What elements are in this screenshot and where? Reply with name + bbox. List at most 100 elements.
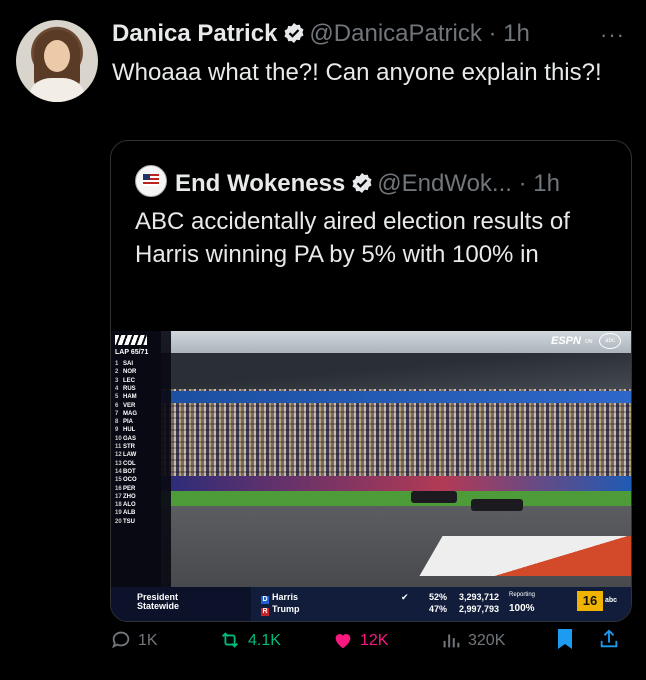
leaderboard-row: 12LAW	[115, 452, 136, 460]
leaderboard-position: 11	[115, 444, 122, 450]
leaderboard-position: 1	[115, 361, 119, 367]
leaderboard-driver: MAG	[123, 410, 137, 417]
more-options-icon[interactable]: ···	[600, 22, 625, 48]
reply-button[interactable]: 1K	[110, 626, 158, 656]
leaderboard-row: 11 STR	[115, 444, 135, 452]
like-count: 12K	[360, 632, 389, 649]
repost-button[interactable]: 4.1K	[218, 626, 281, 656]
ticker-reporting-value: 100%	[509, 603, 535, 614]
ticker-race-line2: Statewide	[137, 601, 180, 611]
leaderboard-row: 15OCO	[115, 477, 137, 485]
leaderboard-position: 4	[115, 385, 119, 392]
candidate-percent: 47%	[428, 604, 447, 614]
leaderboard-position: 18	[115, 502, 122, 509]
leaderboard-driver: RUS	[123, 385, 136, 392]
leaderboard-driver: ALO	[123, 502, 136, 509]
leaderboard-position: 5	[115, 394, 119, 401]
leaderboard-row: 4 RUS	[115, 386, 136, 394]
leaderboard-position: 8	[115, 419, 119, 426]
ticker-race-panel: President Statewide	[111, 587, 251, 621]
leaderboard-driver: LEC	[123, 377, 135, 384]
tweet-text: Whoaaa what the?! Can anyone explain thi…	[112, 59, 602, 86]
leaderboard-position: 3	[115, 377, 119, 384]
espn-logo: ESPN	[551, 335, 581, 347]
leaderboard-driver: VER	[123, 402, 136, 409]
leaderboard-driver: NOR	[123, 369, 137, 376]
leaderboard-driver: HUL	[123, 427, 136, 434]
leaderboard-driver: TSU	[123, 518, 135, 525]
leaderboard-row: 6 VER	[115, 403, 135, 411]
quote-author-name[interactable]: End Wokeness	[175, 170, 345, 197]
candidate-votes: 3,293,712	[459, 592, 500, 602]
race-car	[471, 499, 523, 511]
leaderboard-position: 2	[115, 369, 119, 376]
quote-author-handle[interactable]: @EndWok...	[377, 170, 512, 197]
leaderboard-driver: ZHO	[123, 493, 136, 500]
quote-header: End Wokeness @EndWok... · 1h	[135, 165, 560, 200]
leaderboard-driver: STR	[123, 444, 135, 450]
leaderboard-driver: SAI	[123, 361, 134, 367]
election-ticker: President Statewide D Harris ✔ 52% 3,293,712…	[111, 587, 631, 621]
tweet-time[interactable]: · 1h	[489, 20, 530, 47]
leaderboard-driver: LAW	[123, 452, 137, 459]
winner-check-icon: ✔	[401, 592, 409, 602]
candidate-percent: 52%	[428, 592, 447, 602]
author-handle[interactable]: @DanicaPatrick	[309, 20, 481, 47]
reply-count: 1K	[138, 632, 158, 649]
leaderboard-position: 12	[115, 452, 122, 459]
leaderboard-row: 14BOT	[115, 469, 136, 477]
candidate-votes: 2,997,793	[459, 604, 500, 614]
share-icon	[600, 629, 618, 648]
leaderboard-position: 20	[115, 518, 122, 525]
tweet-actions: 1K 4.1K 12K 320K	[110, 626, 630, 656]
verified-badge-icon	[283, 21, 305, 43]
race-car	[411, 491, 457, 503]
views-button[interactable]: 320K	[440, 626, 505, 656]
leaderboard-row: 5 HAM	[115, 394, 137, 402]
leaderboard-row: 10GAS	[115, 436, 136, 444]
quote-media-image[interactable]: LAP 65/71 1 SAI 2 NOR 3 LEC 4 RUS 5 HAM 6 VER 7 MAG 8 P…	[111, 331, 631, 621]
heart-icon	[335, 634, 351, 649]
track-kerb	[419, 536, 631, 576]
leaderboard-position: 6	[115, 402, 119, 409]
tweet-header: Danica Patrick @DanicaPatrick · 1h	[112, 18, 530, 50]
ticker-reporting-label: Reporting	[509, 592, 536, 598]
leaderboard-driver: COL	[123, 460, 136, 467]
leaderboard-position: 17	[115, 493, 122, 500]
leaderboard-row: 13COL	[115, 461, 136, 469]
ticker-candidate: D Harris	[261, 592, 298, 604]
leaderboard-driver: PER	[123, 485, 136, 492]
leaderboard-row: 1 SAI	[115, 361, 133, 369]
leaderboard-driver: ALB	[123, 510, 136, 517]
bookmark-icon	[558, 629, 572, 649]
leaderboard-position: 10	[115, 435, 122, 442]
party-badge: R	[261, 608, 269, 616]
leaderboard-row: 18ALO	[115, 502, 136, 510]
leaderboard-driver: GAS	[123, 435, 137, 442]
quoted-tweet[interactable]: End Wokeness @EndWok... · 1h ABC accident…	[110, 140, 632, 622]
leaderboard-driver: PIA	[123, 419, 134, 426]
leaderboard-driver: HAM	[123, 394, 137, 401]
leaderboard-row: 16PER	[115, 486, 135, 494]
quote-verified-badge-icon	[351, 171, 373, 193]
leaderboard-driver: BOT	[123, 468, 136, 475]
quote-time[interactable]: · 1h	[519, 170, 560, 197]
leaderboard-position: 13	[115, 460, 122, 467]
reply-icon	[112, 631, 130, 649]
candidate-name: Trump	[272, 604, 300, 614]
leaderboard-driver: OCO	[123, 477, 137, 484]
avatar[interactable]	[16, 20, 98, 102]
author-name[interactable]: Danica Patrick	[112, 20, 277, 47]
candidate-name: Harris	[272, 592, 299, 602]
abc-logo: abc	[599, 333, 621, 349]
ticker-race-label: President Statewide	[137, 593, 179, 611]
share-button[interactable]	[598, 626, 626, 656]
leaderboard-position: 9	[115, 427, 119, 434]
leaderboard-row: 17ZHO	[115, 494, 136, 502]
bookmark-button[interactable]	[555, 626, 581, 656]
leaderboard-row: 7 MAG	[115, 411, 137, 419]
leaderboard-position: 7	[115, 410, 119, 417]
like-button[interactable]: 12K	[332, 626, 388, 656]
ticker-candidate: R Trump	[261, 604, 300, 616]
quote-avatar[interactable]	[135, 165, 167, 197]
